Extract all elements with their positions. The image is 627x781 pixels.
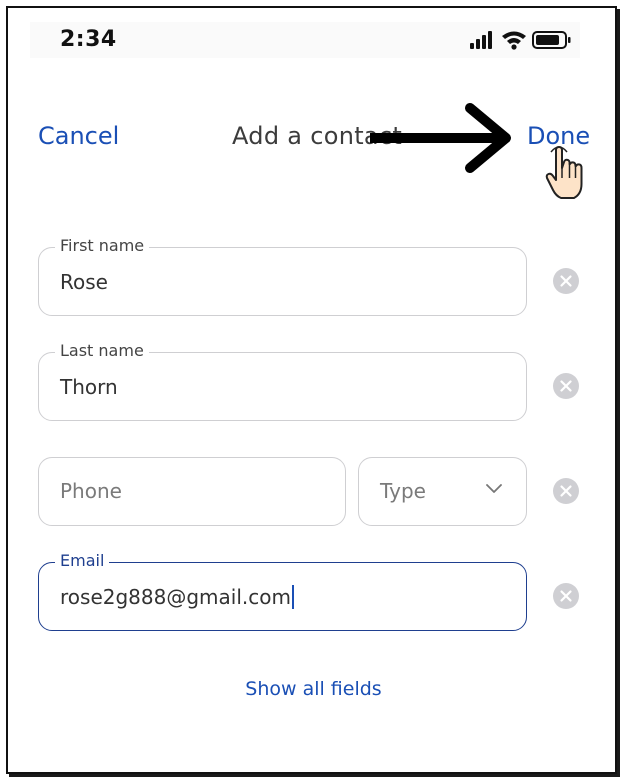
wifi-icon [502,31,526,50]
status-icons [470,28,580,52]
last-name-value: Thorn [60,375,118,399]
phone-placeholder: Phone [60,479,122,503]
clear-last-name-button[interactable] [553,373,579,399]
clear-icon [560,485,572,497]
email-label: Email [55,551,110,571]
phone-field[interactable]: Phone [38,457,346,526]
phone-type-select[interactable]: Type [358,457,527,526]
clear-icon [560,590,572,602]
show-all-fields-link[interactable]: Show all fields [0,678,627,700]
first-name-label: First name [55,236,150,256]
chevron-down-icon [486,484,502,493]
clear-icon [560,380,572,392]
last-name-label: Last name [55,341,149,361]
signal-icon [470,31,492,49]
hand-pointer-icon [545,146,583,199]
email-value: rose2g888@gmail.com [60,585,291,609]
phone-type-placeholder: Type [380,479,426,503]
email-field[interactable]: Email rose2g888@gmail.com [38,551,527,631]
text-cursor [291,585,294,609]
cancel-button[interactable]: Cancel [38,122,119,150]
email-value-wrapper: rose2g888@gmail.com [60,585,294,609]
last-name-field[interactable]: Last name Thorn [38,341,527,421]
status-bar: 2:34 [30,22,580,58]
arrow-annotation-icon [370,103,511,173]
battery-icon [532,31,571,49]
status-time: 2:34 [60,27,117,52]
clear-icon [560,275,572,287]
clear-email-button[interactable] [553,583,579,609]
clear-phone-button[interactable] [553,478,579,504]
first-name-field[interactable]: First name Rose [38,236,527,316]
clear-first-name-button[interactable] [553,268,579,294]
first-name-value: Rose [60,270,108,294]
